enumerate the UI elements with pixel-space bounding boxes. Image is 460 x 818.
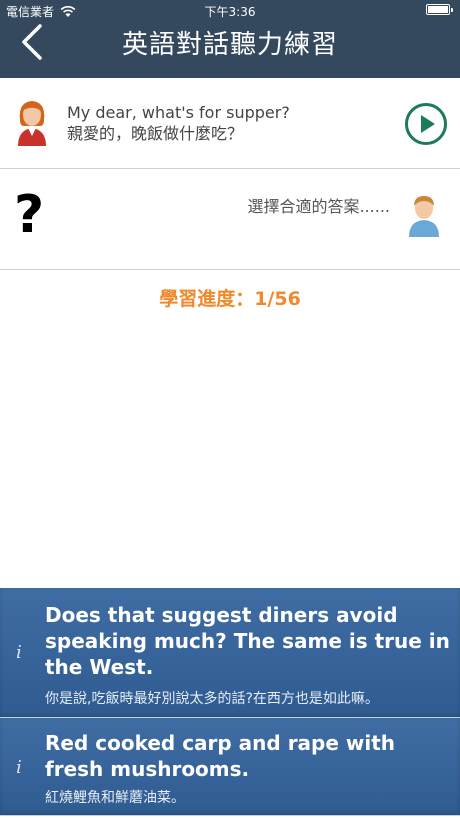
- progress-label: 學習進度：1/56: [159, 288, 301, 310]
- question-mark: ?: [14, 185, 45, 245]
- option-text-en: Red cooked carp and rape with fresh mush…: [45, 731, 396, 781]
- dialogue-line-row: My dear, what's for supper? 親愛的，晚飯做什麼吃？: [0, 78, 460, 169]
- dialogue-line-en: My dear, what's for supper?: [67, 103, 290, 122]
- status-bar: 電信業者 下午3:36: [0, 0, 460, 20]
- option-text-zh: 紅燒鯉魚和鮮蘑油菜。: [45, 790, 185, 806]
- dialogue-texts: My dear, what's for supper? 親愛的，晚飯做什麼吃？: [67, 102, 290, 144]
- male-avatar-icon: [409, 196, 439, 237]
- option-text-en: Does that suggest diners avoid speaking …: [45, 603, 450, 679]
- status-time: 下午3:36: [204, 5, 256, 19]
- page-title: 英語對話聽力練習: [121, 30, 338, 60]
- nav-header: 電信業者 下午3:36 英語對話聽力練習: [0, 0, 460, 78]
- answer-option[interactable]: i Red cooked carp and rape with fresh mu…: [0, 718, 460, 816]
- answer-row: ? 選擇合適的答案......: [0, 169, 460, 270]
- back-button[interactable]: [14, 22, 54, 62]
- answer-options: i Does that suggest diners avoid speakin…: [0, 586, 460, 818]
- info-icon: i: [16, 757, 22, 778]
- chevron-left-icon: [22, 24, 42, 60]
- play-icon: [405, 103, 447, 145]
- play-button[interactable]: [404, 102, 448, 146]
- battery-icon: [426, 4, 453, 15]
- dialogue-line-zh: 親愛的，晚飯做什麼吃？: [67, 124, 244, 143]
- female-avatar-icon: [18, 101, 46, 146]
- answer-option[interactable]: i Does that suggest diners avoid speakin…: [0, 588, 460, 718]
- option-text-zh: 你是說,吃飯時最好別說太多的話?在西方也是如此嘛。: [45, 691, 379, 707]
- answer-prompt: 選擇合適的答案......: [247, 197, 390, 216]
- info-icon: i: [16, 642, 22, 663]
